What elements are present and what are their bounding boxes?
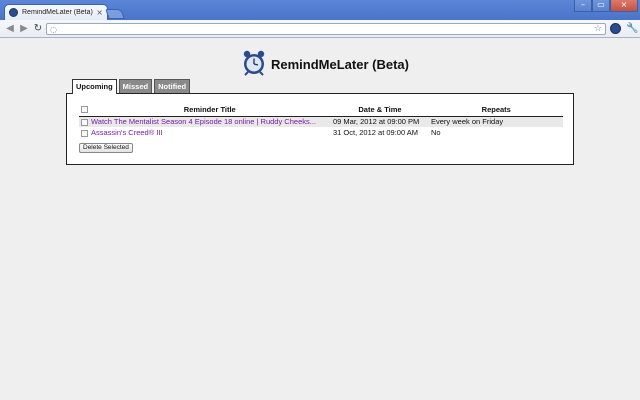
- browser-tab-title: RemindMeLater (Beta) - Up: [22, 9, 94, 16]
- row-checkbox[interactable]: [81, 129, 88, 137]
- reload-icon[interactable]: ↻: [32, 22, 44, 36]
- select-all-checkbox[interactable]: [80, 106, 88, 114]
- window-controls: – ▭ ×: [574, 0, 638, 12]
- select-all-header: [79, 103, 89, 117]
- forward-arrow-icon[interactable]: ▶: [18, 22, 30, 36]
- reminder-tabs: Upcoming Missed Notified: [72, 79, 191, 94]
- bookmark-star-icon[interactable]: ☆: [594, 24, 602, 35]
- tab-upcoming[interactable]: Upcoming: [72, 79, 117, 94]
- extension-alarm-icon[interactable]: [610, 23, 621, 34]
- alarm-clock-icon: [242, 50, 266, 76]
- browser-toolbar: ◀ ▶ ↻ ◌ ☆ 🔧: [0, 20, 640, 38]
- reminder-datetime: 09 Mar, 2012 at 09:00 PM: [331, 116, 429, 127]
- reminder-datetime: 31 Oct, 2012 at 09:00 AM: [333, 128, 419, 137]
- row-select-cell: [79, 116, 89, 127]
- app-title: RemindMeLater (Beta): [271, 56, 409, 72]
- page-icon: ◌: [50, 25, 57, 34]
- reminder-repeats: No: [431, 128, 441, 137]
- new-tab-button[interactable]: [105, 9, 125, 19]
- reminder-title-cell: Assassin's Creed® III: [89, 127, 331, 138]
- row-select-cell: [79, 127, 89, 138]
- reminder-repeats: Every week on Friday: [429, 116, 563, 127]
- reminder-title-link[interactable]: Watch The Mentalist Season 4 Episode 18 …: [91, 117, 316, 126]
- delete-selected-button[interactable]: Delete Selected: [79, 143, 133, 153]
- table-header-row: Reminder Title Date & Time Repeats: [79, 103, 563, 117]
- reminders-table: Reminder Title Date & Time Repeats Watch…: [79, 103, 563, 138]
- header-reminder-title: Reminder Title: [89, 103, 332, 117]
- wrench-icon[interactable]: 🔧: [626, 22, 638, 35]
- reminder-title-cell: Watch The Mentalist Season 4 Episode 18 …: [89, 116, 331, 127]
- header-date-time: Date & Time: [331, 103, 430, 117]
- table-row: Watch The Mentalist Season 4 Episode 18 …: [79, 116, 563, 127]
- reminders-panel: Reminder Title Date & Time Repeats Watch…: [66, 93, 574, 165]
- address-bar[interactable]: ◌ ☆: [46, 23, 606, 35]
- minimize-button[interactable]: –: [574, 0, 592, 12]
- page-content: RemindMeLater (Beta) Upcoming Missed Not…: [0, 38, 640, 400]
- back-arrow-icon[interactable]: ◀: [4, 22, 16, 36]
- reminder-title-link[interactable]: Assassin's Creed® III: [91, 128, 163, 137]
- row-checkbox[interactable]: [81, 118, 88, 126]
- browser-titlebar: RemindMeLater (Beta) - Up × – ▭ ×: [0, 0, 640, 20]
- maximize-button[interactable]: ▭: [592, 0, 610, 12]
- close-window-button[interactable]: ×: [610, 0, 638, 12]
- app-header: RemindMeLater (Beta): [242, 50, 409, 76]
- tab-close-icon[interactable]: ×: [96, 8, 103, 17]
- table-row: Assassin's Creed® III 31 Oct, 2012 at 09…: [79, 127, 563, 138]
- alarm-clock-favicon-icon: [9, 8, 18, 17]
- tab-notified[interactable]: Notified: [154, 79, 191, 93]
- tab-missed[interactable]: Missed: [118, 79, 153, 93]
- header-repeats: Repeats: [429, 103, 563, 117]
- browser-tab[interactable]: RemindMeLater (Beta) - Up ×: [4, 4, 108, 20]
